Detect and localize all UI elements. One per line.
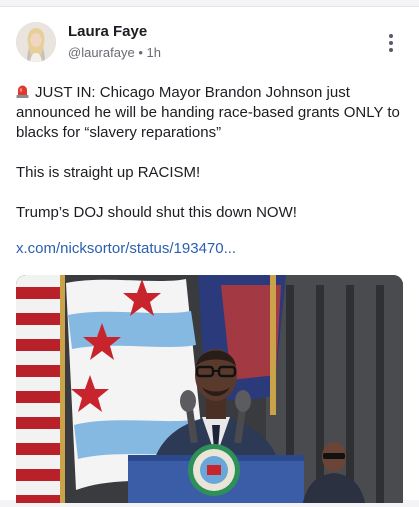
- post-text-1: JUST IN: Chicago Mayor Brandon Johnson j…: [16, 84, 400, 141]
- meta-separator: •: [138, 45, 143, 60]
- post-meta: @laurafaye • 1h: [68, 45, 161, 60]
- post-body: JUST IN: Chicago Mayor Brandon Johnson j…: [16, 83, 408, 223]
- post-paragraph-1: JUST IN: Chicago Mayor Brandon Johnson j…: [16, 83, 408, 143]
- post-link[interactable]: x.com/nicksortor/status/193470...: [16, 240, 236, 257]
- post-card: Laura Faye @laurafaye • 1h JUST IN: Chic…: [0, 6, 419, 507]
- author-handle[interactable]: @laurafaye: [68, 45, 135, 60]
- siren-icon: [16, 84, 29, 98]
- post-header: Laura Faye @laurafaye • 1h: [16, 21, 403, 65]
- post-paragraph-2: This is straight up RACISM!: [16, 164, 201, 181]
- more-vertical-icon[interactable]: [381, 31, 401, 55]
- post-time[interactable]: 1h: [147, 45, 161, 60]
- author-name[interactable]: Laura Faye: [68, 23, 147, 40]
- post-media-image[interactable]: [16, 275, 403, 507]
- post-paragraph-3: Trump’s DOJ should shut this down NOW!: [16, 204, 297, 221]
- avatar[interactable]: [16, 22, 56, 62]
